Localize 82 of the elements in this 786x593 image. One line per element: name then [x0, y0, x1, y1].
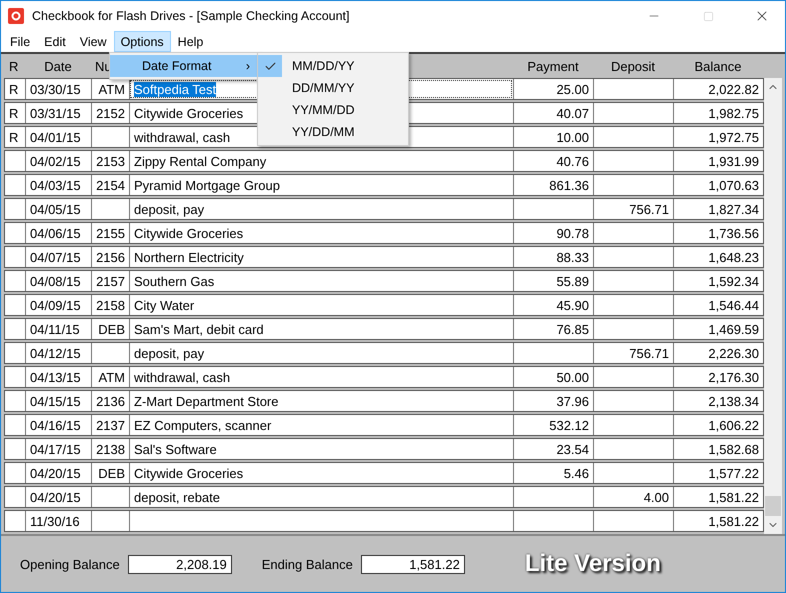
- balance-text: 2,226.30: [708, 346, 759, 360]
- payment-text: 88.33: [556, 250, 589, 264]
- balance-text: 1,582.68: [708, 442, 759, 456]
- balance-text: 1,648.23: [708, 250, 759, 264]
- date-text: 03/31/15: [30, 106, 81, 120]
- date-text: 04/12/15: [30, 346, 81, 360]
- payment-text: 861.36: [549, 178, 589, 192]
- date-text: 04/07/15: [30, 250, 81, 264]
- balance-text: 1,931.99: [708, 154, 759, 168]
- date-text: 04/01/15: [30, 130, 81, 144]
- payment-text: 55.89: [556, 274, 589, 288]
- payment-text: 5.46: [564, 466, 589, 480]
- date-text: 04/09/15: [30, 298, 81, 312]
- payment-text: 50.00: [556, 370, 589, 384]
- column-header: Deposit: [610, 58, 656, 74]
- payment-text: 37.96: [556, 394, 589, 408]
- balance-text: 1,581.22: [708, 514, 759, 528]
- date-text: 04/13/15: [30, 370, 81, 384]
- number-text: 2153: [96, 154, 125, 168]
- balance-text: 1,581.22: [708, 490, 759, 504]
- balance-text: 2,022.82: [708, 82, 759, 96]
- reconciled-text: R: [9, 106, 18, 120]
- date-text: 04/03/15: [30, 178, 81, 192]
- column-header: Date: [43, 58, 73, 74]
- date-text: 04/11/15: [30, 322, 80, 336]
- number-text: ATM: [98, 82, 125, 96]
- number-text: DEB: [98, 322, 125, 336]
- balance-text: 2,138.34: [708, 394, 759, 408]
- date-text: 03/30/15: [30, 82, 81, 96]
- number-text: 2152: [96, 106, 125, 120]
- balance-text: 1,592.34: [708, 274, 759, 288]
- date-text: 04/17/15: [30, 442, 81, 456]
- date-text: 04/06/15: [30, 226, 81, 240]
- column-header: Balance: [694, 58, 742, 74]
- payment-text: 25.00: [556, 82, 589, 96]
- number-text: 2136: [96, 394, 125, 408]
- reconciled-text: R: [9, 82, 18, 96]
- column-header: R: [8, 58, 20, 74]
- payment-text: 40.07: [556, 106, 589, 120]
- number-text: 2158: [96, 298, 125, 312]
- payment-text: 90.78: [556, 226, 589, 240]
- balance-text: 1,469.59: [708, 322, 759, 336]
- payment-text: 23.54: [556, 442, 589, 456]
- balance-text: 2,176.30: [708, 370, 759, 384]
- number-text: 2137: [96, 418, 125, 432]
- number-text: DEB: [98, 466, 125, 480]
- deposit-text: 4.00: [644, 490, 669, 504]
- payment-text: 40.76: [556, 154, 589, 168]
- payment-text: 532.12: [549, 418, 589, 432]
- date-text: 04/08/15: [30, 274, 81, 288]
- balance-text: 1,070.63: [708, 178, 759, 192]
- balance-text: 1,827.34: [708, 202, 759, 216]
- ending-balance-label: Ending Balance: [262, 556, 353, 572]
- opening-balance-label: Opening Balance: [20, 556, 120, 572]
- balance-text: 1,982.75: [708, 106, 759, 120]
- date-text: 04/20/15: [30, 466, 81, 480]
- date-text: 11/30/16: [30, 514, 80, 528]
- balance-text: 1,606.22: [708, 418, 759, 432]
- edition-label: Lite Version: [524, 550, 661, 578]
- date-text: 04/05/15: [30, 202, 81, 216]
- number-text: 2155: [96, 226, 125, 240]
- column-header: Payment: [526, 58, 580, 74]
- number-text: 2157: [96, 274, 125, 288]
- deposit-text: 756.71: [629, 202, 669, 216]
- deposit-text: 756.71: [629, 346, 669, 360]
- number-text: 2154: [96, 178, 125, 192]
- balance-text: 1,736.56: [708, 226, 759, 240]
- payment-text: 45.90: [556, 298, 589, 312]
- number-text: ATM: [98, 370, 125, 384]
- date-text: 04/16/15: [30, 418, 81, 432]
- balance-text: 1,546.44: [708, 298, 759, 312]
- date-text: 04/15/15: [30, 394, 81, 408]
- payment-text: 76.85: [556, 322, 589, 336]
- balance-text: 1,972.75: [708, 130, 759, 144]
- number-text: 2138: [96, 442, 125, 456]
- window-title: Checkbook for Flash Drives - [Sample Checking Account]: [32, 9, 350, 23]
- number-text: 2156: [96, 250, 125, 264]
- payment-text: 10.00: [556, 130, 589, 144]
- date-text: 04/02/15: [30, 154, 81, 168]
- balance-text: 1,577.22: [708, 466, 759, 480]
- date-text: 04/20/15: [30, 490, 81, 504]
- reconciled-text: R: [9, 130, 18, 144]
